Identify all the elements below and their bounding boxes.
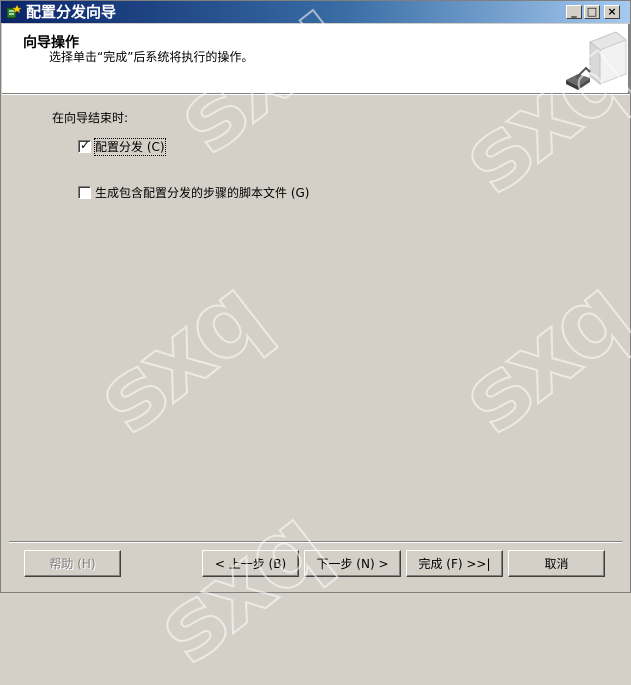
minimize-button[interactable]: _ [566, 5, 582, 19]
minimize-icon: _ [571, 5, 577, 18]
maximize-button[interactable]: □ [584, 5, 600, 19]
footer-divider [9, 541, 622, 543]
help-button[interactable]: 帮助 (H) [24, 550, 121, 577]
next-button[interactable]: 下一步 (N) > [304, 550, 401, 577]
on-finish-label: 在向导结束时: [52, 111, 129, 125]
wizard-window: 配置分发向导 _ □ × 向导操作 选择单击“完成”后系统将执行的操作。 在向导… [0, 0, 631, 685]
watermark-text: sxq [74, 258, 283, 456]
wizard-header: 向导操作 选择单击“完成”后系统将执行的操作。 [2, 24, 630, 94]
wizard-graphic-icon [560, 24, 630, 93]
maximize-icon: □ [586, 5, 598, 18]
configure-distribution-checkbox[interactable]: ✓ [78, 138, 91, 153]
generate-script-checkbox[interactable] [78, 186, 91, 199]
configure-distribution-label[interactable]: 配置分发 (C) [94, 138, 166, 156]
close-icon: × [607, 5, 617, 18]
watermark-text: sxq [134, 488, 343, 685]
checkmark-icon: ✓ [80, 138, 91, 152]
wizard-app-icon [6, 4, 23, 20]
finish-button[interactable]: 完成 (F) >>| [406, 550, 503, 577]
back-button[interactable]: < 上一步 (B) [202, 550, 299, 577]
title-bar[interactable]: 配置分发向导 _ □ × [1, 1, 630, 23]
page-subtitle: 选择单击“完成”后系统将执行的操作。 [49, 50, 254, 64]
close-button[interactable]: × [604, 5, 620, 19]
generate-script-label[interactable]: 生成包含配置分发的步骤的脚本文件 (G) [95, 185, 309, 201]
cancel-button[interactable]: 取消 [508, 550, 605, 577]
watermark-text: sxq [439, 258, 631, 456]
window-title: 配置分发向导 [26, 3, 117, 21]
